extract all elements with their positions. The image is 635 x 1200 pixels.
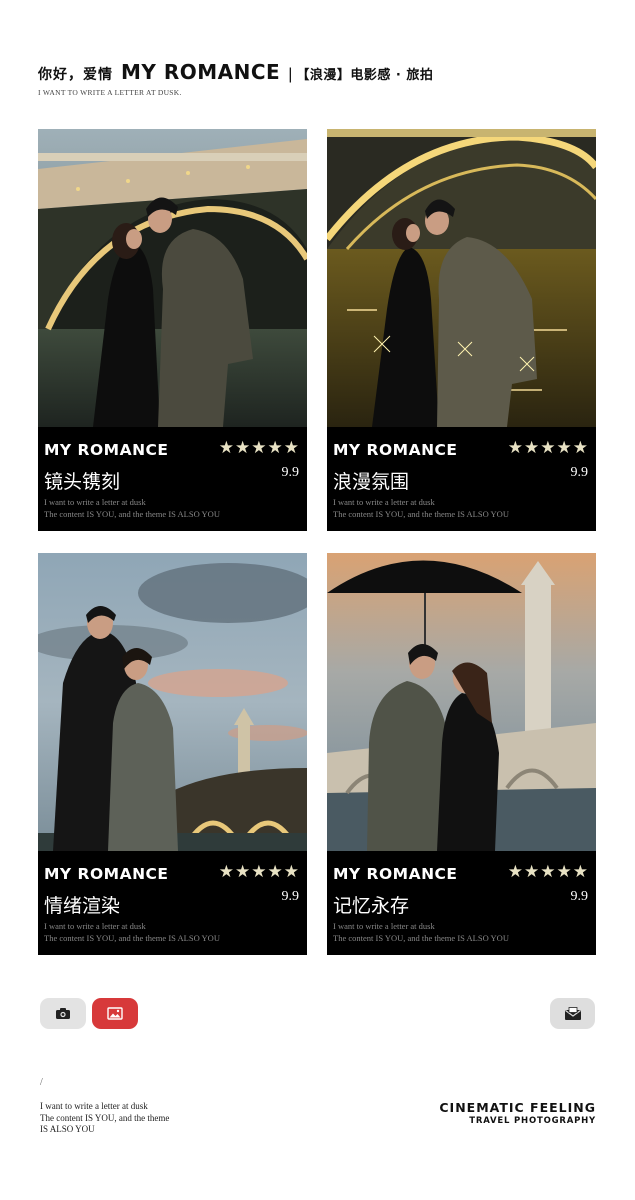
card-caption-line-1: I want to write a letter at dusk	[44, 921, 146, 931]
page-title: MY ROMANCE	[121, 60, 281, 84]
card-title: 记忆永存	[333, 895, 410, 917]
camera-icon	[56, 1008, 70, 1019]
footer-brand-subtitle: TRAVEL PHOTOGRAPHY	[469, 1116, 596, 1126]
message-button[interactable]	[550, 998, 595, 1029]
footer-caption: I want to write a letter at dusk The con…	[40, 1101, 169, 1136]
photo-card-4[interactable]: MY ROMANCE ★★★★★ 9.9 记忆永存 I want to writ…	[327, 553, 596, 955]
card-caption-line-2: The content IS YOU, and the theme IS ALS…	[44, 509, 220, 519]
footer-slash: /	[40, 1077, 43, 1088]
rating-score: 9.9	[281, 889, 300, 904]
card-label: MY ROMANCE	[44, 865, 169, 883]
card-label: MY ROMANCE	[333, 865, 458, 883]
rating-stars: ★★★★★	[218, 438, 300, 458]
page-tagline: I WANT TO WRITE A LETTER AT DUSK.	[38, 88, 182, 97]
card-photo[interactable]	[327, 553, 596, 851]
card-caption-line-1: I want to write a letter at dusk	[333, 921, 435, 931]
page-header: 你好，爱情 MY ROMANCE | 【浪漫】电影感 · 旅拍 I WANT T…	[38, 60, 598, 97]
card-title: 镜头镌刻	[44, 471, 121, 493]
card-caption-line-2: The content IS YOU, and the theme IS ALS…	[44, 933, 220, 943]
photo-card-1[interactable]: MY ROMANCE ★★★★★ 9.9 镜头镌刻 I want to writ…	[38, 129, 307, 531]
gallery-button[interactable]	[92, 998, 138, 1029]
page-subtitle: 【浪漫】电影感 · 旅拍	[296, 68, 434, 83]
card-photo[interactable]	[327, 129, 596, 427]
card-photo[interactable]	[38, 553, 307, 851]
card-caption-line-1: I want to write a letter at dusk	[44, 497, 146, 507]
mail-icon	[564, 1006, 581, 1020]
card-info: MY ROMANCE ★★★★★ 9.9 情绪渲染 I want to writ…	[38, 851, 307, 955]
rating-score: 9.9	[281, 465, 300, 480]
title-separator: |	[288, 66, 293, 83]
card-caption-line-2: The content IS YOU, and the theme IS ALS…	[333, 509, 509, 519]
footer-caption-line-3: IS ALSO YOU	[40, 1124, 95, 1134]
rating-stars: ★★★★★	[507, 862, 589, 882]
rating-score: 9.9	[570, 889, 589, 904]
rating-stars: ★★★★★	[218, 862, 300, 882]
rating-stars: ★★★★★	[507, 438, 589, 458]
photo-card-2[interactable]: MY ROMANCE ★★★★★ 9.9 浪漫氛围 I want to writ…	[327, 129, 596, 531]
footer-brand: CINEMATIC FEELING TRAVEL PHOTOGRAPHY	[439, 1100, 596, 1126]
card-title: 情绪渲染	[44, 895, 121, 917]
camera-button[interactable]	[40, 998, 86, 1029]
image-icon	[107, 1007, 123, 1020]
title-row: 你好，爱情 MY ROMANCE | 【浪漫】电影感 · 旅拍	[38, 60, 598, 84]
card-info: MY ROMANCE ★★★★★ 9.9 记忆永存 I want to writ…	[327, 851, 596, 955]
greeting-text: 你好，爱情	[38, 67, 113, 83]
footer-caption-line-2: The content IS YOU, and the theme	[40, 1112, 170, 1123]
card-photo[interactable]	[38, 129, 307, 427]
card-caption-line-2: The content IS YOU, and the theme IS ALS…	[333, 933, 509, 943]
card-caption-line-1: I want to write a letter at dusk	[333, 497, 435, 507]
footer-brand-title: CINEMATIC FEELING	[439, 1100, 596, 1115]
photo-card-3[interactable]: MY ROMANCE ★★★★★ 9.9 情绪渲染 I want to writ…	[38, 553, 307, 955]
card-info: MY ROMANCE ★★★★★ 9.9 浪漫氛围 I want to writ…	[327, 427, 596, 531]
footer-caption-line-1: I want to write a letter at dusk	[40, 1101, 148, 1111]
card-label: MY ROMANCE	[44, 441, 169, 459]
rating-score: 9.9	[570, 465, 589, 480]
card-info: MY ROMANCE ★★★★★ 9.9 镜头镌刻 I want to writ…	[38, 427, 307, 531]
card-title: 浪漫氛围	[333, 471, 410, 493]
card-label: MY ROMANCE	[333, 441, 458, 459]
